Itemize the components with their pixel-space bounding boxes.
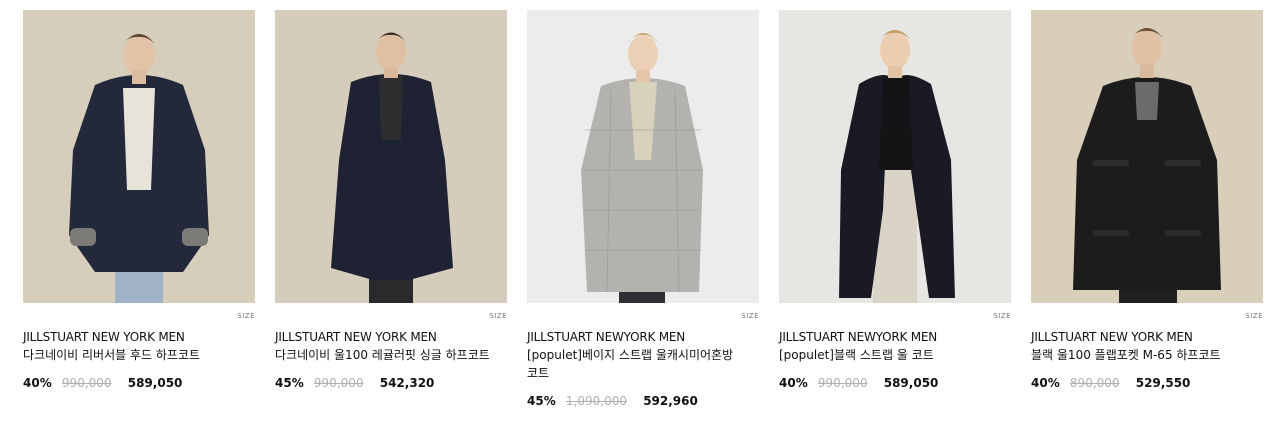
discount-rate: 40% bbox=[23, 376, 52, 390]
price-row: 45% 1,090,000 592,960 bbox=[527, 394, 759, 408]
discount-rate: 40% bbox=[779, 376, 808, 390]
product-image[interactable] bbox=[23, 10, 255, 303]
product-image[interactable] bbox=[275, 10, 507, 303]
product-card[interactable]: SIZE JILLSTUART NEWYORK MEN [populet]블랙 … bbox=[779, 10, 1011, 390]
price-row: 45% 990,000 542,320 bbox=[275, 376, 507, 390]
product-image[interactable] bbox=[527, 10, 759, 303]
product-image[interactable] bbox=[779, 10, 1011, 303]
product-card[interactable]: SIZE JILLSTUART NEWYORK MEN [populet]베이지… bbox=[527, 10, 759, 408]
model-inner bbox=[879, 76, 913, 170]
sale-price: 529,550 bbox=[1135, 376, 1191, 390]
discount-rate: 45% bbox=[275, 376, 304, 390]
product-card[interactable]: SIZE JILLSTUART NEW YORK MEN 다크네이비 울100 … bbox=[275, 10, 507, 390]
original-price: 890,000 bbox=[1069, 376, 1120, 390]
size-tag[interactable]: SIZE bbox=[237, 312, 255, 320]
model-sleeve-cuff bbox=[70, 228, 96, 246]
size-tag[interactable]: SIZE bbox=[741, 312, 759, 320]
price-row: 40% 990,000 589,050 bbox=[779, 376, 1011, 390]
size-tag[interactable]: SIZE bbox=[1245, 312, 1263, 320]
model-inner bbox=[123, 88, 155, 190]
size-tag[interactable]: SIZE bbox=[993, 312, 1011, 320]
model-inner bbox=[379, 76, 403, 140]
model-head bbox=[123, 35, 155, 75]
sale-price: 542,320 bbox=[379, 376, 435, 390]
product-brand[interactable]: JILLSTUART NEW YORK MEN bbox=[275, 328, 507, 346]
model-head bbox=[1132, 29, 1162, 67]
model-neck bbox=[636, 70, 650, 82]
original-price: 990,000 bbox=[61, 376, 112, 390]
sale-price: 589,050 bbox=[883, 376, 939, 390]
product-grid: SIZE JILLSTUART NEW YORK MEN 다크네이비 리버서블 … bbox=[0, 0, 1270, 438]
model-sleeve-cuff bbox=[182, 228, 208, 246]
model-inner bbox=[1135, 82, 1159, 120]
model-head bbox=[880, 31, 910, 69]
product-name[interactable]: [populet]베이지 스트랩 울캐시미어혼방 코트 bbox=[527, 346, 742, 382]
price-row: 40% 890,000 529,550 bbox=[1031, 376, 1263, 390]
product-brand[interactable]: JILLSTUART NEW YORK MEN bbox=[1031, 328, 1263, 346]
product-name[interactable]: 다크네이비 울100 레귤러핏 싱글 하프코트 bbox=[275, 346, 490, 364]
model-neck bbox=[1140, 64, 1154, 78]
original-price: 990,000 bbox=[817, 376, 868, 390]
product-card[interactable]: SIZE JILLSTUART NEW YORK MEN 블랙 울100 플랩포… bbox=[1031, 10, 1263, 390]
discount-rate: 40% bbox=[1031, 376, 1060, 390]
model-neck bbox=[888, 66, 902, 78]
original-price: 1,090,000 bbox=[565, 394, 627, 408]
product-card[interactable]: SIZE JILLSTUART NEW YORK MEN 다크네이비 리버서블 … bbox=[23, 10, 255, 390]
product-image[interactable] bbox=[1031, 10, 1263, 303]
product-brand[interactable]: JILLSTUART NEW YORK MEN bbox=[23, 328, 255, 346]
model-head bbox=[376, 33, 406, 71]
product-name[interactable]: 다크네이비 리버서블 후드 하프코트 bbox=[23, 346, 238, 364]
discount-rate: 45% bbox=[527, 394, 556, 408]
product-brand[interactable]: JILLSTUART NEWYORK MEN bbox=[527, 328, 759, 346]
product-name[interactable]: [populet]블랙 스트랩 울 코트 bbox=[779, 346, 994, 364]
model-neck bbox=[132, 70, 146, 84]
sale-price: 592,960 bbox=[643, 394, 698, 408]
product-name[interactable]: 블랙 울100 플랩포켓 M-65 하프코트 bbox=[1031, 346, 1246, 364]
model-neck bbox=[384, 68, 398, 78]
model-head bbox=[628, 35, 658, 73]
original-price: 990,000 bbox=[313, 376, 364, 390]
size-tag[interactable]: SIZE bbox=[489, 312, 507, 320]
price-row: 40% 990,000 589,050 bbox=[23, 376, 255, 390]
sale-price: 589,050 bbox=[127, 376, 183, 390]
product-brand[interactable]: JILLSTUART NEWYORK MEN bbox=[779, 328, 1011, 346]
